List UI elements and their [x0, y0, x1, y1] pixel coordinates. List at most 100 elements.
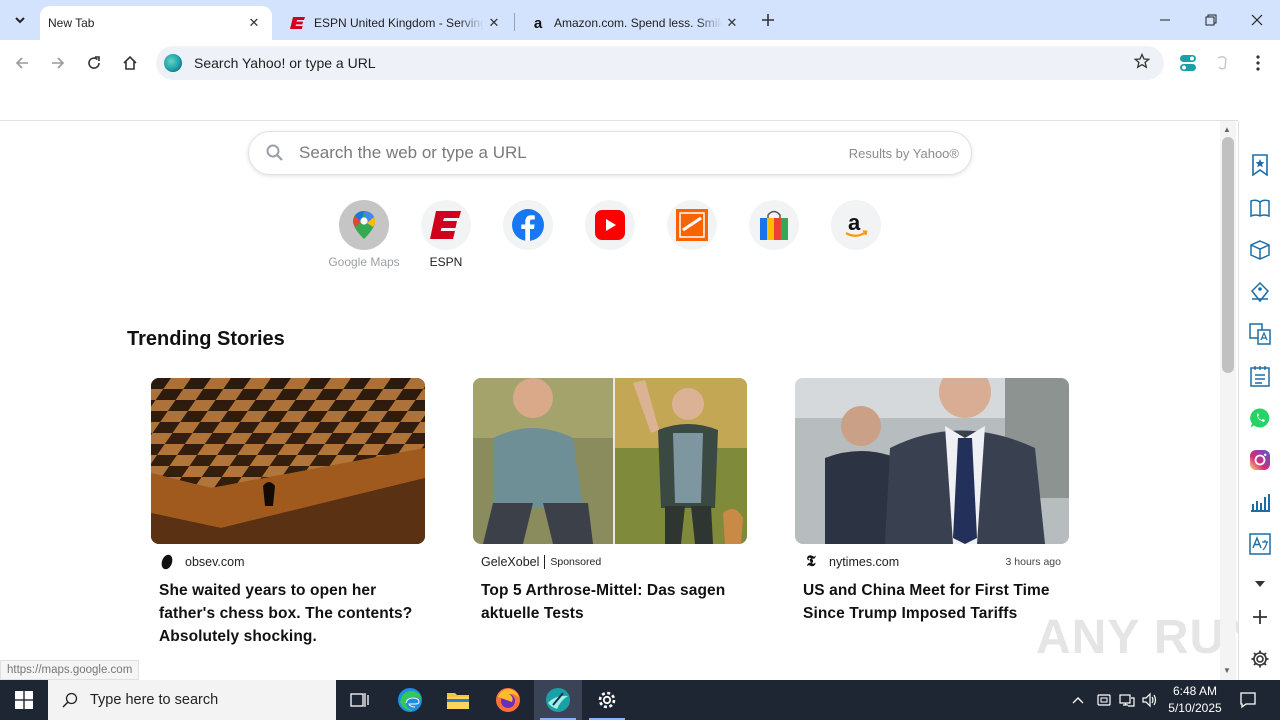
tab-strip: New Tab ✕ ESPN United Kingdom - Serving … — [0, 0, 1280, 40]
shortcut-amazon[interactable]: a — [816, 200, 896, 255]
translate-icon[interactable] — [1248, 532, 1272, 556]
tab-new-tab[interactable]: New Tab ✕ — [40, 6, 272, 40]
yahoo-engine-icon — [164, 54, 182, 72]
tab-separator — [514, 13, 515, 31]
tray-overflow-icon[interactable] — [1068, 690, 1088, 710]
taskbar-file-explorer[interactable] — [434, 680, 482, 720]
google-maps-icon — [339, 200, 389, 250]
shortcut-home-depot[interactable] — [652, 200, 732, 255]
scrollbar-thumb[interactable] — [1222, 137, 1234, 373]
shortcut-espn[interactable]: ESPN — [406, 200, 486, 269]
story-image-chess-box[interactable] — [151, 378, 425, 544]
sidebar-expand-icon[interactable] — [1248, 572, 1272, 596]
taskbar-settings[interactable] — [583, 680, 631, 720]
new-tab-button[interactable] — [756, 8, 780, 32]
start-button[interactable] — [0, 680, 48, 720]
nytimes-logo-icon: 𝕿 — [806, 554, 816, 570]
web-search-box[interactable]: Search the web or type a URL Results by … — [248, 131, 972, 175]
story-image-sponsored[interactable] — [473, 378, 747, 544]
shortcut-shopping[interactable] — [734, 200, 814, 255]
page-scrollbar[interactable]: ▲ ▼ — [1220, 121, 1236, 680]
story-card-sponsored[interactable]: GeleXobel Sponsored Top 5 Arthrose-Mitte… — [473, 378, 747, 625]
tab-search-button[interactable] — [6, 6, 34, 34]
close-icon[interactable]: ✕ — [484, 13, 504, 33]
bookmark-star-icon[interactable] — [1133, 52, 1151, 74]
story-meta: GeleXobel Sponsored — [473, 553, 747, 571]
shortcut-youtube[interactable] — [570, 200, 650, 255]
home-depot-icon — [667, 200, 717, 250]
network-icon[interactable] — [1117, 690, 1137, 710]
tab-amazon[interactable]: a Amazon.com. Spend less. Smile ✕ — [516, 6, 750, 40]
taskbar-browser-active[interactable] — [534, 680, 582, 720]
reading-list-icon[interactable] — [1248, 196, 1272, 220]
extension-toggle-icon[interactable] — [1177, 52, 1199, 74]
menu-kebab-icon[interactable] — [1247, 52, 1269, 74]
shortcut-label: Google Maps — [328, 255, 400, 269]
meta-separator — [544, 555, 546, 569]
whatsapp-icon[interactable] — [1248, 406, 1272, 430]
search-icon — [266, 144, 283, 161]
shortcut-facebook[interactable] — [488, 200, 568, 255]
arrow-left-icon — [15, 57, 28, 69]
taskbar-search-box[interactable]: Type here to search — [48, 680, 336, 720]
story-headline[interactable]: US and China Meet for First Time Since T… — [795, 579, 1069, 625]
tab-espn[interactable]: ESPN United Kingdom - Serving ✕ — [276, 6, 512, 40]
add-sidebar-item-icon[interactable] — [1248, 605, 1272, 629]
status-bar-url: https://maps.google.com — [0, 660, 140, 680]
clock-date: 5/10/2025 — [1168, 701, 1222, 715]
search-placeholder: Search the web or type a URL — [299, 143, 527, 162]
notes-icon[interactable] — [1248, 364, 1272, 388]
extension-icon[interactable] — [1211, 52, 1233, 74]
notifications-icon[interactable] — [1238, 690, 1258, 710]
story-headline[interactable]: She waited years to open her father's ch… — [151, 579, 425, 648]
arrow-right-icon — [52, 57, 65, 69]
reload-icon — [88, 56, 100, 69]
instagram-icon[interactable] — [1248, 448, 1272, 472]
forward-button[interactable] — [44, 49, 72, 77]
taskbar-clock[interactable]: 6:48 AM 5/10/2025 — [1166, 683, 1224, 717]
restore-button[interactable] — [1188, 0, 1234, 40]
story-image-politician[interactable] — [795, 378, 1069, 544]
settings-gear-icon[interactable] — [1248, 647, 1272, 671]
search-provider-label: Results by Yahoo® — [848, 145, 959, 161]
shortcut-google-maps[interactable]: Google Maps — [324, 200, 404, 269]
task-view-icon — [350, 693, 369, 707]
back-button[interactable] — [8, 49, 36, 77]
task-view-button[interactable] — [336, 680, 384, 720]
reload-button[interactable] — [80, 49, 108, 77]
settings-gear-icon — [598, 691, 616, 709]
story-headline[interactable]: Top 5 Arthrose-Mittel: Das sagen aktuell… — [473, 579, 747, 625]
taskbar-search-placeholder: Type here to search — [90, 692, 219, 708]
story-card[interactable]: 𝕿 nytimes.com 3 hours ago US and China M… — [795, 378, 1069, 625]
shopping-tag-icon[interactable] — [1248, 280, 1272, 304]
package-icon[interactable] — [1248, 238, 1272, 262]
close-window-button[interactable] — [1234, 0, 1280, 40]
tab-title: ESPN United Kingdom - Serving — [314, 16, 484, 30]
browser-toolbar: Search Yahoo! or type a URL — [0, 40, 1280, 86]
bookmark-flag-icon[interactable] — [1248, 153, 1272, 177]
svg-text:a: a — [848, 210, 861, 235]
minimize-button[interactable] — [1142, 0, 1188, 40]
browser-app-icon — [546, 688, 570, 712]
new-tab-page: Search the web or type a URL Results by … — [0, 121, 1220, 680]
plus-icon — [762, 14, 774, 26]
tray-device-icon[interactable] — [1094, 690, 1114, 710]
windows-taskbar: Type here to search 6:48 AM 5/10/2025 — [0, 680, 1280, 720]
translate-doc-icon[interactable] — [1248, 322, 1272, 346]
volume-icon[interactable] — [1140, 690, 1160, 710]
shortcut-label: ESPN — [429, 255, 463, 269]
address-bar[interactable]: Search Yahoo! or type a URL — [156, 46, 1164, 80]
story-card[interactable]: obsev.com She waited years to open her f… — [151, 378, 425, 648]
taskbar-firefox[interactable] — [484, 680, 532, 720]
close-icon[interactable]: ✕ — [244, 13, 264, 33]
close-icon[interactable]: ✕ — [722, 13, 742, 33]
scroll-up-arrow-icon[interactable]: ▲ — [1223, 125, 1231, 134]
amazon-icon: a — [831, 200, 881, 250]
home-button[interactable] — [116, 49, 144, 77]
stats-chart-icon[interactable] — [1248, 490, 1272, 514]
taskbar-edge[interactable] — [386, 680, 434, 720]
story-source: obsev.com — [185, 555, 245, 569]
address-bar-text: Search Yahoo! or type a URL — [194, 55, 376, 71]
scroll-down-arrow-icon[interactable]: ▼ — [1223, 666, 1231, 675]
clock-time: 6:48 AM — [1172, 684, 1218, 698]
